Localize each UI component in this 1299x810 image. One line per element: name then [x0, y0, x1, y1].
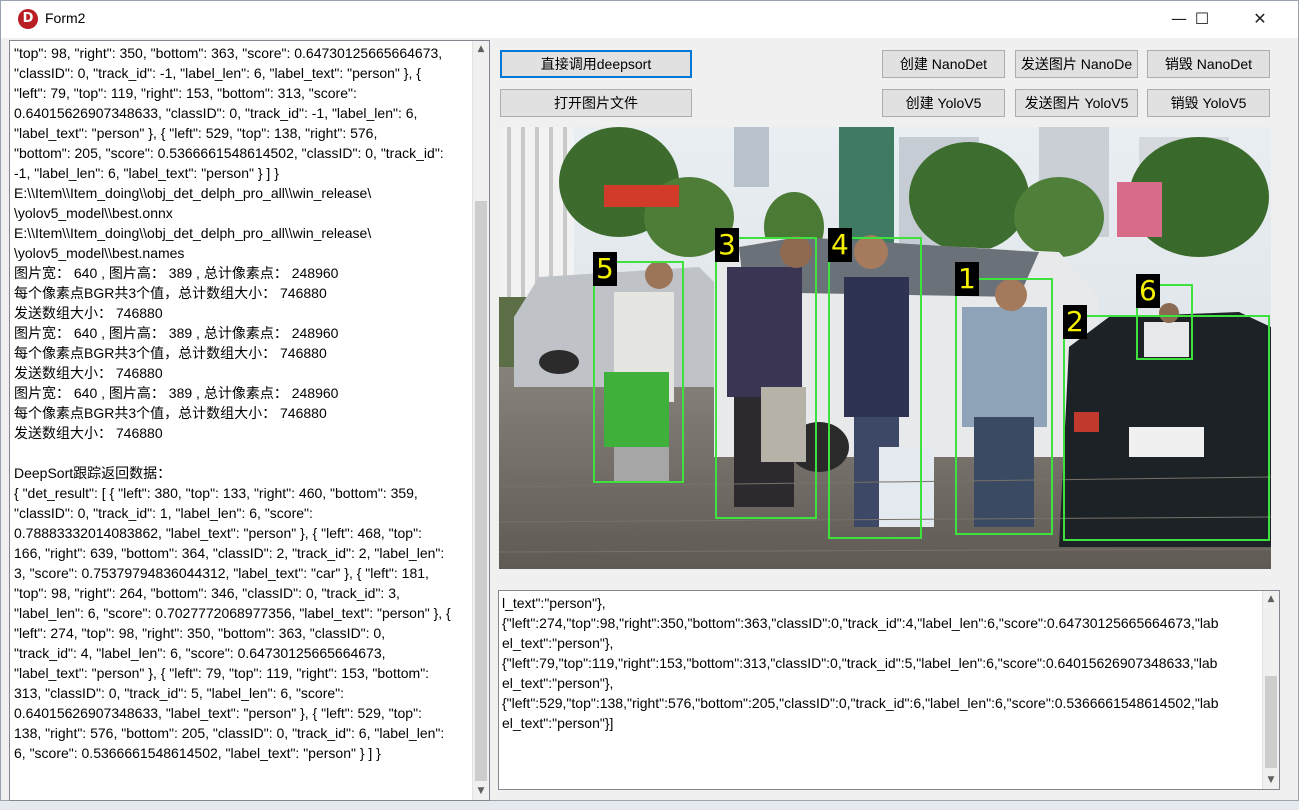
log-scroll-thumb[interactable] — [475, 201, 487, 781]
log-line: E:\\Item\\Item_doing\\obj_det_delph_pro_… — [14, 225, 372, 241]
log-line: "label_text": "person" }, { "left": 79, … — [14, 665, 430, 681]
window-title: Form2 — [45, 10, 86, 26]
result-line: el_text":"person"}] — [502, 715, 614, 731]
delphi-app-icon: D — [18, 9, 38, 29]
send-image-yolov5-button[interactable]: 发送图片 YoloV5 — [1015, 89, 1138, 117]
log-line: 发送数组大小： 746880 — [14, 305, 163, 321]
result-line: {"left":79,"top":119,"right":153,"bottom… — [502, 655, 1218, 671]
log-line: 每个像素点BGR共3个值，总计数组大小： 746880 — [14, 405, 327, 421]
log-line: "bottom": 205, "score": 0.53666615486145… — [14, 145, 444, 161]
maximize-icon[interactable]: ☐ — [1179, 1, 1225, 38]
log-line: 0.64015626907348633, "classID": 0, "trac… — [14, 105, 418, 121]
result-memo[interactable]: l_text":"person"}, {"left":274,"top":98,"… — [498, 590, 1280, 790]
log-line: \yolov5_model\\best.onnx — [14, 205, 173, 221]
form2-window: D Form2 — ☐ ✕ "top": 98, "right": 350, "… — [0, 0, 1299, 801]
scroll-up-icon[interactable]: ▲ — [1263, 591, 1279, 608]
detection-box-1 — [955, 278, 1053, 535]
result-scrollbar[interactable]: ▲ ▼ — [1262, 591, 1279, 789]
log-line: "left": 79, "top": 119, "right": 153, "b… — [14, 85, 357, 101]
destroy-yolov5-button[interactable]: 销毁 YoloV5 — [1147, 89, 1270, 117]
send-image-nanodet-button[interactable]: 发送图片 NanoDe — [1015, 50, 1138, 78]
log-line: \yolov5_model\\best.names — [14, 245, 185, 261]
log-line: 图片宽： 640 , 图片高： 389 , 总计像素点： 248960 — [14, 325, 339, 341]
log-line: "top": 98, "right": 350, "bottom": 363, … — [14, 45, 443, 61]
close-icon[interactable]: ✕ — [1237, 1, 1283, 38]
log-line: 0.78883332014083862, "label_text": "pers… — [14, 525, 422, 541]
detection-label-6: 6 — [1136, 274, 1160, 308]
log-line: 0.64015626907348633, "label_text": "pers… — [14, 705, 422, 721]
log-line: 6, "score": 0.5366661548614502, "label_t… — [14, 745, 381, 761]
log-scrollbar[interactable]: ▲ ▼ — [472, 41, 489, 800]
log-line: 发送数组大小： 746880 — [14, 365, 163, 381]
log-line: { "det_result": [ { "left": 380, "top": … — [14, 485, 418, 501]
log-line: "track_id": 4, "label_len": 6, "score": … — [14, 645, 386, 661]
log-line: "classID": 0, "track_id": 1, "label_len"… — [14, 505, 313, 521]
result-line: l_text":"person"}, — [502, 595, 606, 611]
log-line: 每个像素点BGR共3个值，总计数组大小： 746880 — [14, 345, 327, 361]
log-text: "top": 98, "right": 350, "bottom": 363, … — [14, 43, 451, 763]
log-line: 图片宽： 640 , 图片高： 389 , 总计像素点： 248960 — [14, 385, 339, 401]
detection-label-1: 1 — [955, 262, 979, 296]
create-yolov5-button[interactable]: 创建 YoloV5 — [882, 89, 1005, 117]
detection-box-4 — [828, 237, 922, 539]
log-line: "label_text": "person" }, { "left": 529,… — [14, 125, 378, 141]
detection-image: 1 2 3 4 5 6 — [499, 127, 1271, 569]
deepsort-button[interactable]: 直接调用deepsort — [500, 50, 692, 78]
result-line: el_text":"person"}, — [502, 635, 614, 651]
desktop-background-strip — [0, 801, 1299, 810]
log-line: 138, "right": 576, "bottom": 205, "class… — [14, 725, 445, 741]
result-line: {"left":274,"top":98,"right":350,"bottom… — [502, 615, 1219, 631]
detection-label-5: 5 — [593, 252, 617, 286]
log-line: 图片宽： 640 , 图片高： 389 , 总计像素点： 248960 — [14, 265, 339, 281]
open-image-button[interactable]: 打开图片文件 — [500, 89, 692, 117]
detection-label-2: 2 — [1063, 305, 1087, 339]
result-line: {"left":529,"top":138,"right":576,"botto… — [502, 695, 1219, 711]
scroll-down-icon[interactable]: ▼ — [473, 783, 489, 800]
log-line: "label_len": 6, "score": 0.7027772068977… — [14, 605, 451, 621]
log-line: "classID": 0, "track_id": -1, "label_len… — [14, 65, 421, 81]
log-line: E:\\Item\\Item_doing\\obj_det_delph_pro_… — [14, 185, 372, 201]
create-nanodet-button[interactable]: 创建 NanoDet — [882, 50, 1005, 78]
result-line: el_text":"person"}, — [502, 675, 614, 691]
log-line: 3, "score": 0.75379794836044312, "label_… — [14, 565, 429, 581]
detection-box-3 — [715, 237, 817, 519]
log-memo[interactable]: "top": 98, "right": 350, "bottom": 363, … — [9, 40, 490, 801]
log-line: 发送数组大小： 746880 — [14, 425, 163, 441]
log-line: 166, "right": 639, "bottom": 364, "class… — [14, 545, 445, 561]
detection-label-4: 4 — [828, 228, 852, 262]
detection-label-3: 3 — [715, 228, 739, 262]
scroll-up-icon[interactable]: ▲ — [473, 41, 489, 58]
log-line: "left": 274, "top": 98, "right": 350, "b… — [14, 625, 386, 641]
destroy-nanodet-button[interactable]: 销毁 NanoDet — [1147, 50, 1270, 78]
scroll-down-icon[interactable]: ▼ — [1263, 772, 1279, 789]
log-line: -1, "label_len": 6, "label_text": "perso… — [14, 165, 279, 181]
log-line: "top": 98, "right": 264, "bottom": 346, … — [14, 585, 400, 601]
detection-box-5 — [593, 261, 684, 483]
title-bar[interactable]: D Form2 — ☐ ✕ — [1, 1, 1298, 38]
result-text: l_text":"person"}, {"left":274,"top":98,"… — [502, 593, 1219, 733]
log-line: 313, "classID": 0, "track_id": 5, "label… — [14, 685, 345, 701]
log-line: 每个像素点BGR共3个值，总计数组大小： 746880 — [14, 285, 327, 301]
log-line: DeepSort跟踪返回数据： — [14, 465, 172, 481]
result-scroll-thumb[interactable] — [1265, 676, 1277, 768]
